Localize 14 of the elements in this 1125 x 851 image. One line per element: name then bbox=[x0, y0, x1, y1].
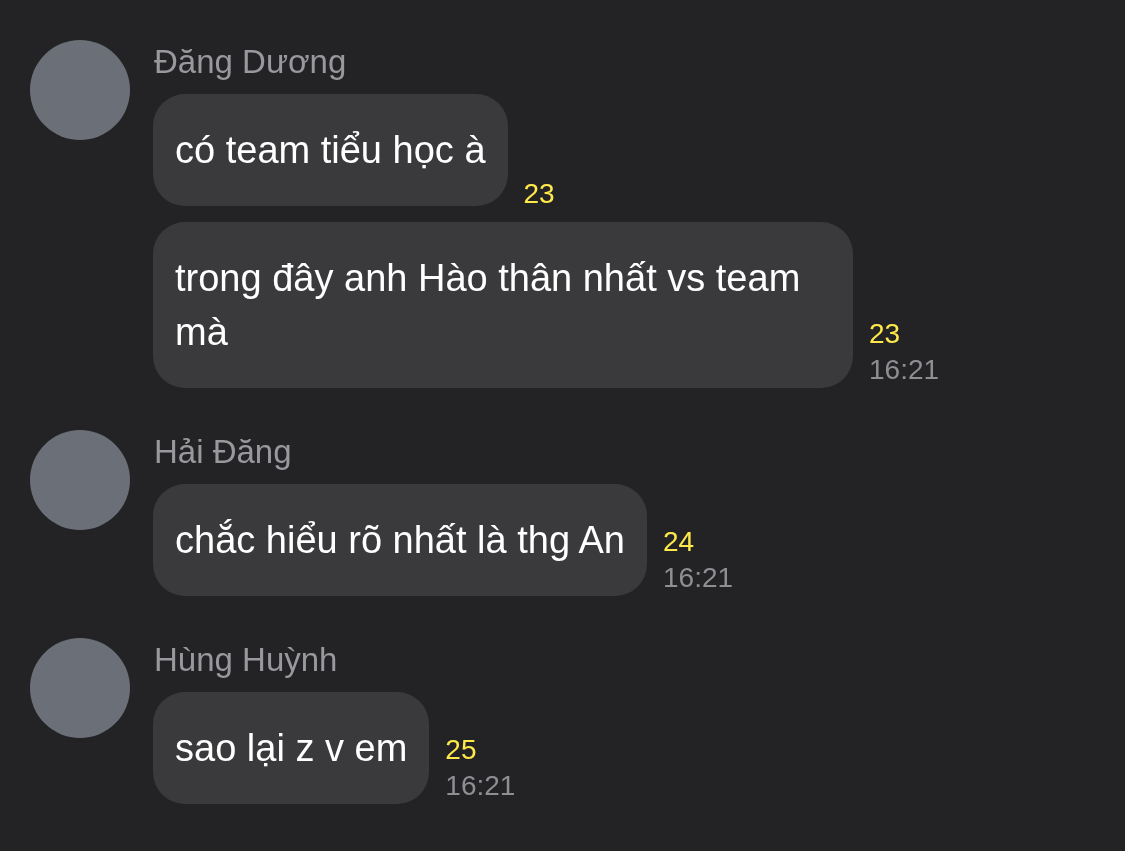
sender-name: Hùng Huỳnh bbox=[154, 640, 338, 680]
message-bubble: sao lại z v em bbox=[153, 692, 430, 804]
message-time: 16:21 bbox=[445, 769, 516, 803]
reaction-count: 24 bbox=[663, 525, 696, 559]
message-bubble: chắc hiểu rõ nhất là thg An bbox=[153, 484, 647, 596]
message-bubble: có team tiểu học à bbox=[153, 94, 508, 206]
reaction-count: 23 bbox=[869, 317, 902, 351]
reaction-count: 23 bbox=[523, 177, 555, 211]
reaction-count: 25 bbox=[445, 733, 478, 767]
message-time: 16:21 bbox=[869, 353, 940, 387]
sender-name: Hải Đăng bbox=[154, 432, 292, 472]
sender-name: Đăng Dương bbox=[154, 42, 347, 82]
message-bubble: trong đây anh Hào thân nhất vs team mà bbox=[153, 222, 853, 388]
message-time: 16:21 bbox=[663, 561, 734, 595]
